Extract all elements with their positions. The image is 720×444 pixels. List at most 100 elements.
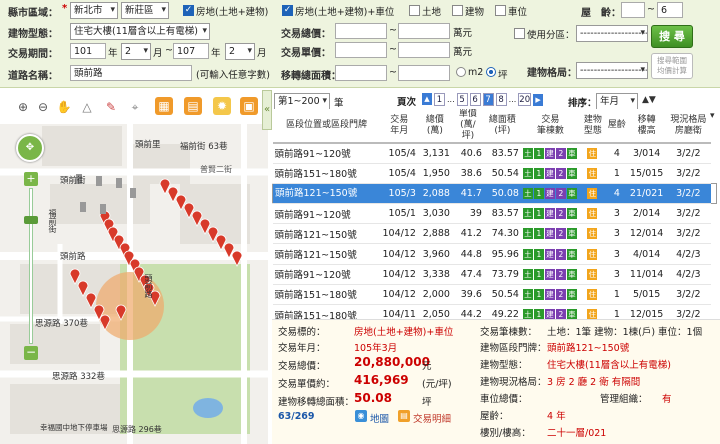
table-row[interactable]: 頭前路151~180號 105/4 1,950 38.6 50.54 土 1 建 2 車住 1 15/… <box>272 163 717 184</box>
table-row[interactable]: 頭前路121~150號 104/12 2,888 41.2 74.30 土 1 建 2 車住 3 12… <box>272 223 717 245</box>
year-to-input[interactable]: 107 <box>173 43 209 59</box>
zoom-slider[interactable] <box>29 188 33 344</box>
use-zone-checkbox[interactable] <box>514 28 525 39</box>
column-header[interactable]: 屋齡 <box>605 109 628 144</box>
column-header[interactable]: 交易 筆棟數 <box>520 109 580 144</box>
type-badge: 住 <box>587 228 598 240</box>
page-link[interactable]: 6 <box>469 93 481 106</box>
cell-floor: 2/014 <box>627 203 666 225</box>
layout-select[interactable]: ----------------------- <box>576 62 648 79</box>
sun-icon[interactable]: ✹ <box>213 97 231 115</box>
average-price-button[interactable]: 搜尋範圍 均價計算 <box>651 53 693 79</box>
column-header[interactable]: 現況格局 房廳衛 <box>665 109 712 144</box>
map-pin-icon[interactable]: ◉ <box>355 410 367 422</box>
count-badge: 車 <box>566 268 577 280</box>
table-row[interactable]: 頭前路91~120號 104/12 3,338 47.4 73.79 土 1 建 2 車住 3 11/… <box>272 264 717 285</box>
age-from-input[interactable] <box>621 2 645 18</box>
select-icon[interactable]: ⌖ <box>126 98 144 116</box>
pan-control-icon[interactable]: ✥ <box>16 134 44 162</box>
use-zone-select[interactable]: ----------------------- <box>576 25 648 42</box>
map-link[interactable]: 地圖 <box>370 411 389 425</box>
range-select[interactable]: 第1~200 <box>274 93 330 110</box>
page-link[interactable]: 1 <box>434 93 445 106</box>
count-badge: 土 <box>522 288 533 300</box>
measure-icon[interactable]: △ <box>78 98 96 116</box>
land-checkbox[interactable] <box>409 5 420 16</box>
zoom-in-button[interactable]: + <box>24 172 38 186</box>
area-ping-radio[interactable] <box>486 67 496 77</box>
page-link[interactable]: 20 <box>518 93 532 106</box>
table-row[interactable]: 頭前路91~120號 105/1 3,030 39 83.57 土 1 建 2 車住 3 2/014 3… <box>272 203 717 225</box>
pan-hand-icon[interactable]: ✋ <box>55 98 73 116</box>
column-header[interactable]: 交易 年月 <box>380 109 418 144</box>
page-link[interactable]: 8 <box>495 93 507 106</box>
table-row[interactable]: 頭前路91~120號 105/4 3,131 40.6 83.57 土 1 建 2 車住 4 3/01… <box>272 143 717 164</box>
column-header[interactable]: 單價 (萬/坪) <box>451 109 484 144</box>
table-row[interactable]: 頭前路121~150號 105/3 2,088 41.7 50.08 土 1 建 2 車住 4 21/… <box>272 183 717 205</box>
zoom-out-icon[interactable]: ⊖ <box>34 98 52 116</box>
cell-date: 104/12 <box>380 223 418 245</box>
cell-date: 105/4 <box>380 143 418 164</box>
area-to-input[interactable] <box>398 65 450 81</box>
fullscreen-icon[interactable]: ▣ <box>240 97 258 115</box>
layer-icon[interactable]: ▦ <box>155 97 173 115</box>
year-from-input[interactable]: 101 <box>70 43 106 59</box>
cell-total: 3,131 <box>417 143 452 164</box>
page-link[interactable]: 5 <box>456 93 468 106</box>
type-badge: 住 <box>587 147 598 159</box>
building-checkbox[interactable] <box>452 5 463 16</box>
cell-layout: 3/2/2 <box>665 284 712 306</box>
unit-price-to-input[interactable] <box>398 42 450 58</box>
results-table: 區段位置或區段門牌 交易 年月 總價 (萬) 單價 (萬/坪) 總面積 (坪) 交易 筆棟數 建物 型態… <box>272 109 717 346</box>
sort-select[interactable]: 年月 <box>596 93 638 110</box>
search-panel: 縣市區域： * 新北市 新莊區 ✓ 房地(土地+建物) ✓ 房地(土地+建物)+… <box>0 0 720 88</box>
detail-link[interactable]: 交易明細 <box>413 411 451 425</box>
count-badge: 2 <box>555 268 566 280</box>
district-select[interactable]: 新莊區 <box>121 2 169 19</box>
table-row[interactable]: 頭前路121~150號 104/12 3,960 44.8 95.96 土 1 建 2 車住 3 4/… <box>272 243 717 265</box>
clear-icon[interactable]: ✎ <box>102 98 120 116</box>
column-header[interactable]: 建物 型態 <box>579 109 606 144</box>
area-m2-radio[interactable] <box>456 67 466 77</box>
cell-area: 73.79 <box>483 264 521 285</box>
count-badge: 車 <box>566 288 577 300</box>
land-building-checkbox[interactable]: ✓ <box>183 5 194 16</box>
zoom-in-icon[interactable]: ⊕ <box>14 98 32 116</box>
search-button[interactable]: 搜 尋 <box>651 25 693 48</box>
parking-checkbox[interactable] <box>495 5 506 16</box>
cell-floor: 3/014 <box>627 143 666 164</box>
column-header[interactable]: 移轉 樓高 <box>627 109 666 144</box>
unit-price-from-input[interactable] <box>335 42 387 58</box>
column-header[interactable]: 區段位置或區段門牌 <box>272 109 381 144</box>
area-from-input[interactable] <box>335 65 387 81</box>
county-select[interactable]: 新北市 <box>70 2 118 19</box>
cell-address: 頭前路121~150號 <box>272 183 381 205</box>
collapse-map-toggle[interactable]: « <box>262 90 272 130</box>
next-page-icon[interactable]: ▶ <box>533 93 544 106</box>
road-input[interactable]: 頭前路 <box>70 65 192 81</box>
month-to-select[interactable]: 2 <box>225 43 255 60</box>
count-badge: 1 <box>533 187 544 199</box>
cell-type: 住 <box>579 203 606 225</box>
cell-layout: 4/2/3 <box>665 243 712 265</box>
detail-icon[interactable]: ▤ <box>398 410 410 422</box>
prev-page-icon[interactable]: ▲ <box>422 93 432 105</box>
column-header[interactable]: 總面積 (坪) <box>483 109 521 144</box>
grid-icon[interactable]: ▤ <box>184 97 202 115</box>
zoom-out-button[interactable]: − <box>24 346 38 360</box>
land-building-parking-checkbox[interactable]: ✓ <box>282 5 293 16</box>
type-badge: 住 <box>587 268 598 280</box>
month-from-select[interactable]: 2 <box>121 43 151 60</box>
page-link[interactable]: 7 <box>482 93 494 106</box>
map-label: 思源路 370巷 <box>35 319 88 329</box>
zoom-slider-handle[interactable] <box>24 216 38 224</box>
table-row[interactable]: 頭前路151~180號 104/12 2,000 39.6 50.54 土 1 建 2 車住 1 5/… <box>272 284 717 306</box>
building-type-select[interactable]: 住宅大樓(11層含以上有電梯) <box>70 23 210 40</box>
column-header[interactable]: 總價 (萬) <box>417 109 452 144</box>
count-badge: 土 <box>522 228 533 240</box>
sort-order-icon[interactable]: ▲▼ <box>642 95 656 105</box>
total-price-to-input[interactable] <box>398 23 450 39</box>
map-area[interactable]: 頭前里 福前街 63巷 普賢二街 頭前街 頭前路 福前街 頭前路 思源路 370… <box>0 124 268 444</box>
total-price-from-input[interactable] <box>335 23 387 39</box>
age-to-input[interactable]: 6 <box>657 2 683 18</box>
